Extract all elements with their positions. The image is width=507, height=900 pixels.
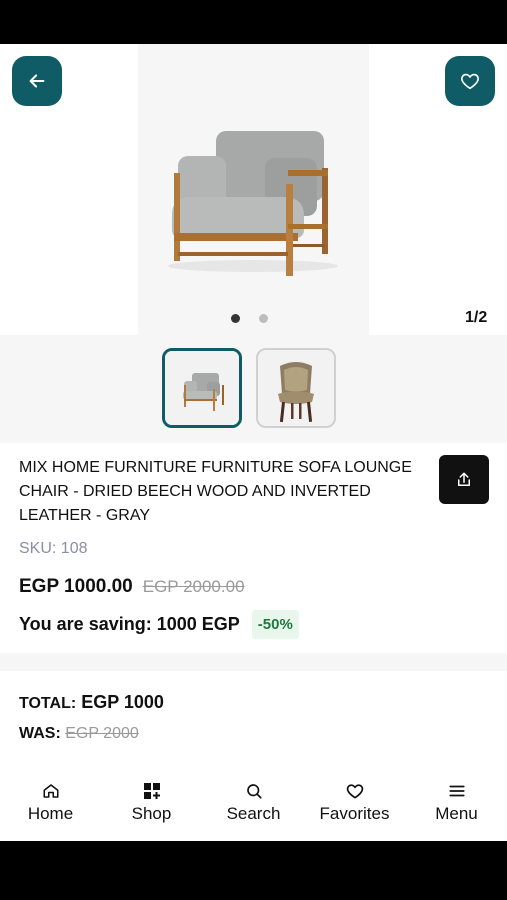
totals-section: TOTAL: EGP 1000 WAS: EGP 2000 bbox=[0, 671, 507, 761]
section-divider bbox=[0, 653, 507, 671]
product-info: MIX HOME FURNITURE FURNITURE SOFA LOUNGE… bbox=[0, 443, 507, 653]
product-title: MIX HOME FURNITURE FURNITURE SOFA LOUNGE… bbox=[19, 459, 412, 524]
home-icon bbox=[42, 781, 60, 801]
tab-shop[interactable]: Shop bbox=[101, 781, 202, 824]
share-button[interactable] bbox=[439, 455, 489, 504]
current-price: EGP 1000.00 bbox=[19, 576, 133, 597]
menu-icon bbox=[448, 781, 466, 801]
discount-badge: -50% bbox=[251, 610, 299, 639]
shop-icon bbox=[143, 781, 160, 801]
tab-home-label: Home bbox=[27, 804, 74, 823]
saving-row: You are saving: 1000 EGP -50% bbox=[19, 610, 299, 639]
was-line: WAS: EGP 2000 bbox=[19, 725, 139, 743]
gallery-pagination-dots bbox=[231, 314, 268, 323]
sku: SKU: 108 bbox=[19, 540, 88, 558]
product-gallery[interactable]: 1/2 bbox=[0, 44, 507, 335]
heart-icon bbox=[345, 781, 365, 801]
pagination-dot-active[interactable] bbox=[231, 314, 240, 323]
tab-shop-label: Shop bbox=[131, 804, 172, 823]
saving-text: You are saving: 1000 EGP bbox=[19, 614, 240, 634]
was-value: EGP 2000 bbox=[65, 725, 139, 742]
status-bar bbox=[0, 0, 507, 44]
arrow-left-icon bbox=[29, 74, 45, 88]
tab-menu[interactable]: Menu bbox=[406, 781, 507, 824]
thumbnail-1[interactable] bbox=[162, 348, 242, 428]
tab-search-label: Search bbox=[226, 804, 281, 823]
heart-icon bbox=[461, 73, 479, 90]
product-image[interactable] bbox=[138, 44, 369, 335]
tab-home[interactable]: Home bbox=[0, 781, 101, 824]
back-button[interactable] bbox=[12, 56, 62, 106]
share-icon bbox=[458, 472, 470, 486]
page-counter: 1/2 bbox=[465, 309, 488, 326]
tab-menu-label: Menu bbox=[435, 804, 478, 823]
original-price: EGP 2000.00 bbox=[142, 577, 245, 596]
thumbnail-chair-leather bbox=[258, 350, 334, 426]
total-line: TOTAL: EGP 1000 bbox=[19, 692, 164, 713]
search-icon bbox=[245, 781, 263, 801]
product-page: 1/2 MIX HOME FURNITURE FURNITURE SOFA LO… bbox=[0, 44, 507, 841]
favorite-button[interactable] bbox=[445, 56, 495, 106]
pagination-dot[interactable] bbox=[259, 314, 268, 323]
tab-favorites-label: Favorites bbox=[319, 804, 390, 823]
total-value: EGP 1000 bbox=[81, 692, 164, 712]
tab-favorites[interactable]: Favorites bbox=[304, 781, 405, 824]
sku-value: 108 bbox=[60, 540, 88, 557]
thumbnail-strip bbox=[0, 335, 507, 443]
thumbnail-2[interactable] bbox=[256, 348, 336, 428]
total-label: TOTAL: bbox=[19, 695, 77, 712]
lounge-chair-image bbox=[168, 131, 338, 276]
was-label: WAS: bbox=[19, 725, 61, 742]
sku-label: SKU: bbox=[19, 540, 57, 557]
price-row: EGP 1000.00 EGP 2000.00 bbox=[19, 576, 245, 598]
tab-search[interactable]: Search bbox=[203, 781, 304, 824]
thumbnail-chair-gray bbox=[165, 351, 239, 425]
screen: 1/2 MIX HOME FURNITURE FURNITURE SOFA LO… bbox=[0, 0, 507, 900]
bottom-tab-bar: Home Shop Search Favorites Menu bbox=[0, 777, 507, 841]
system-navigation-bar bbox=[0, 841, 507, 900]
